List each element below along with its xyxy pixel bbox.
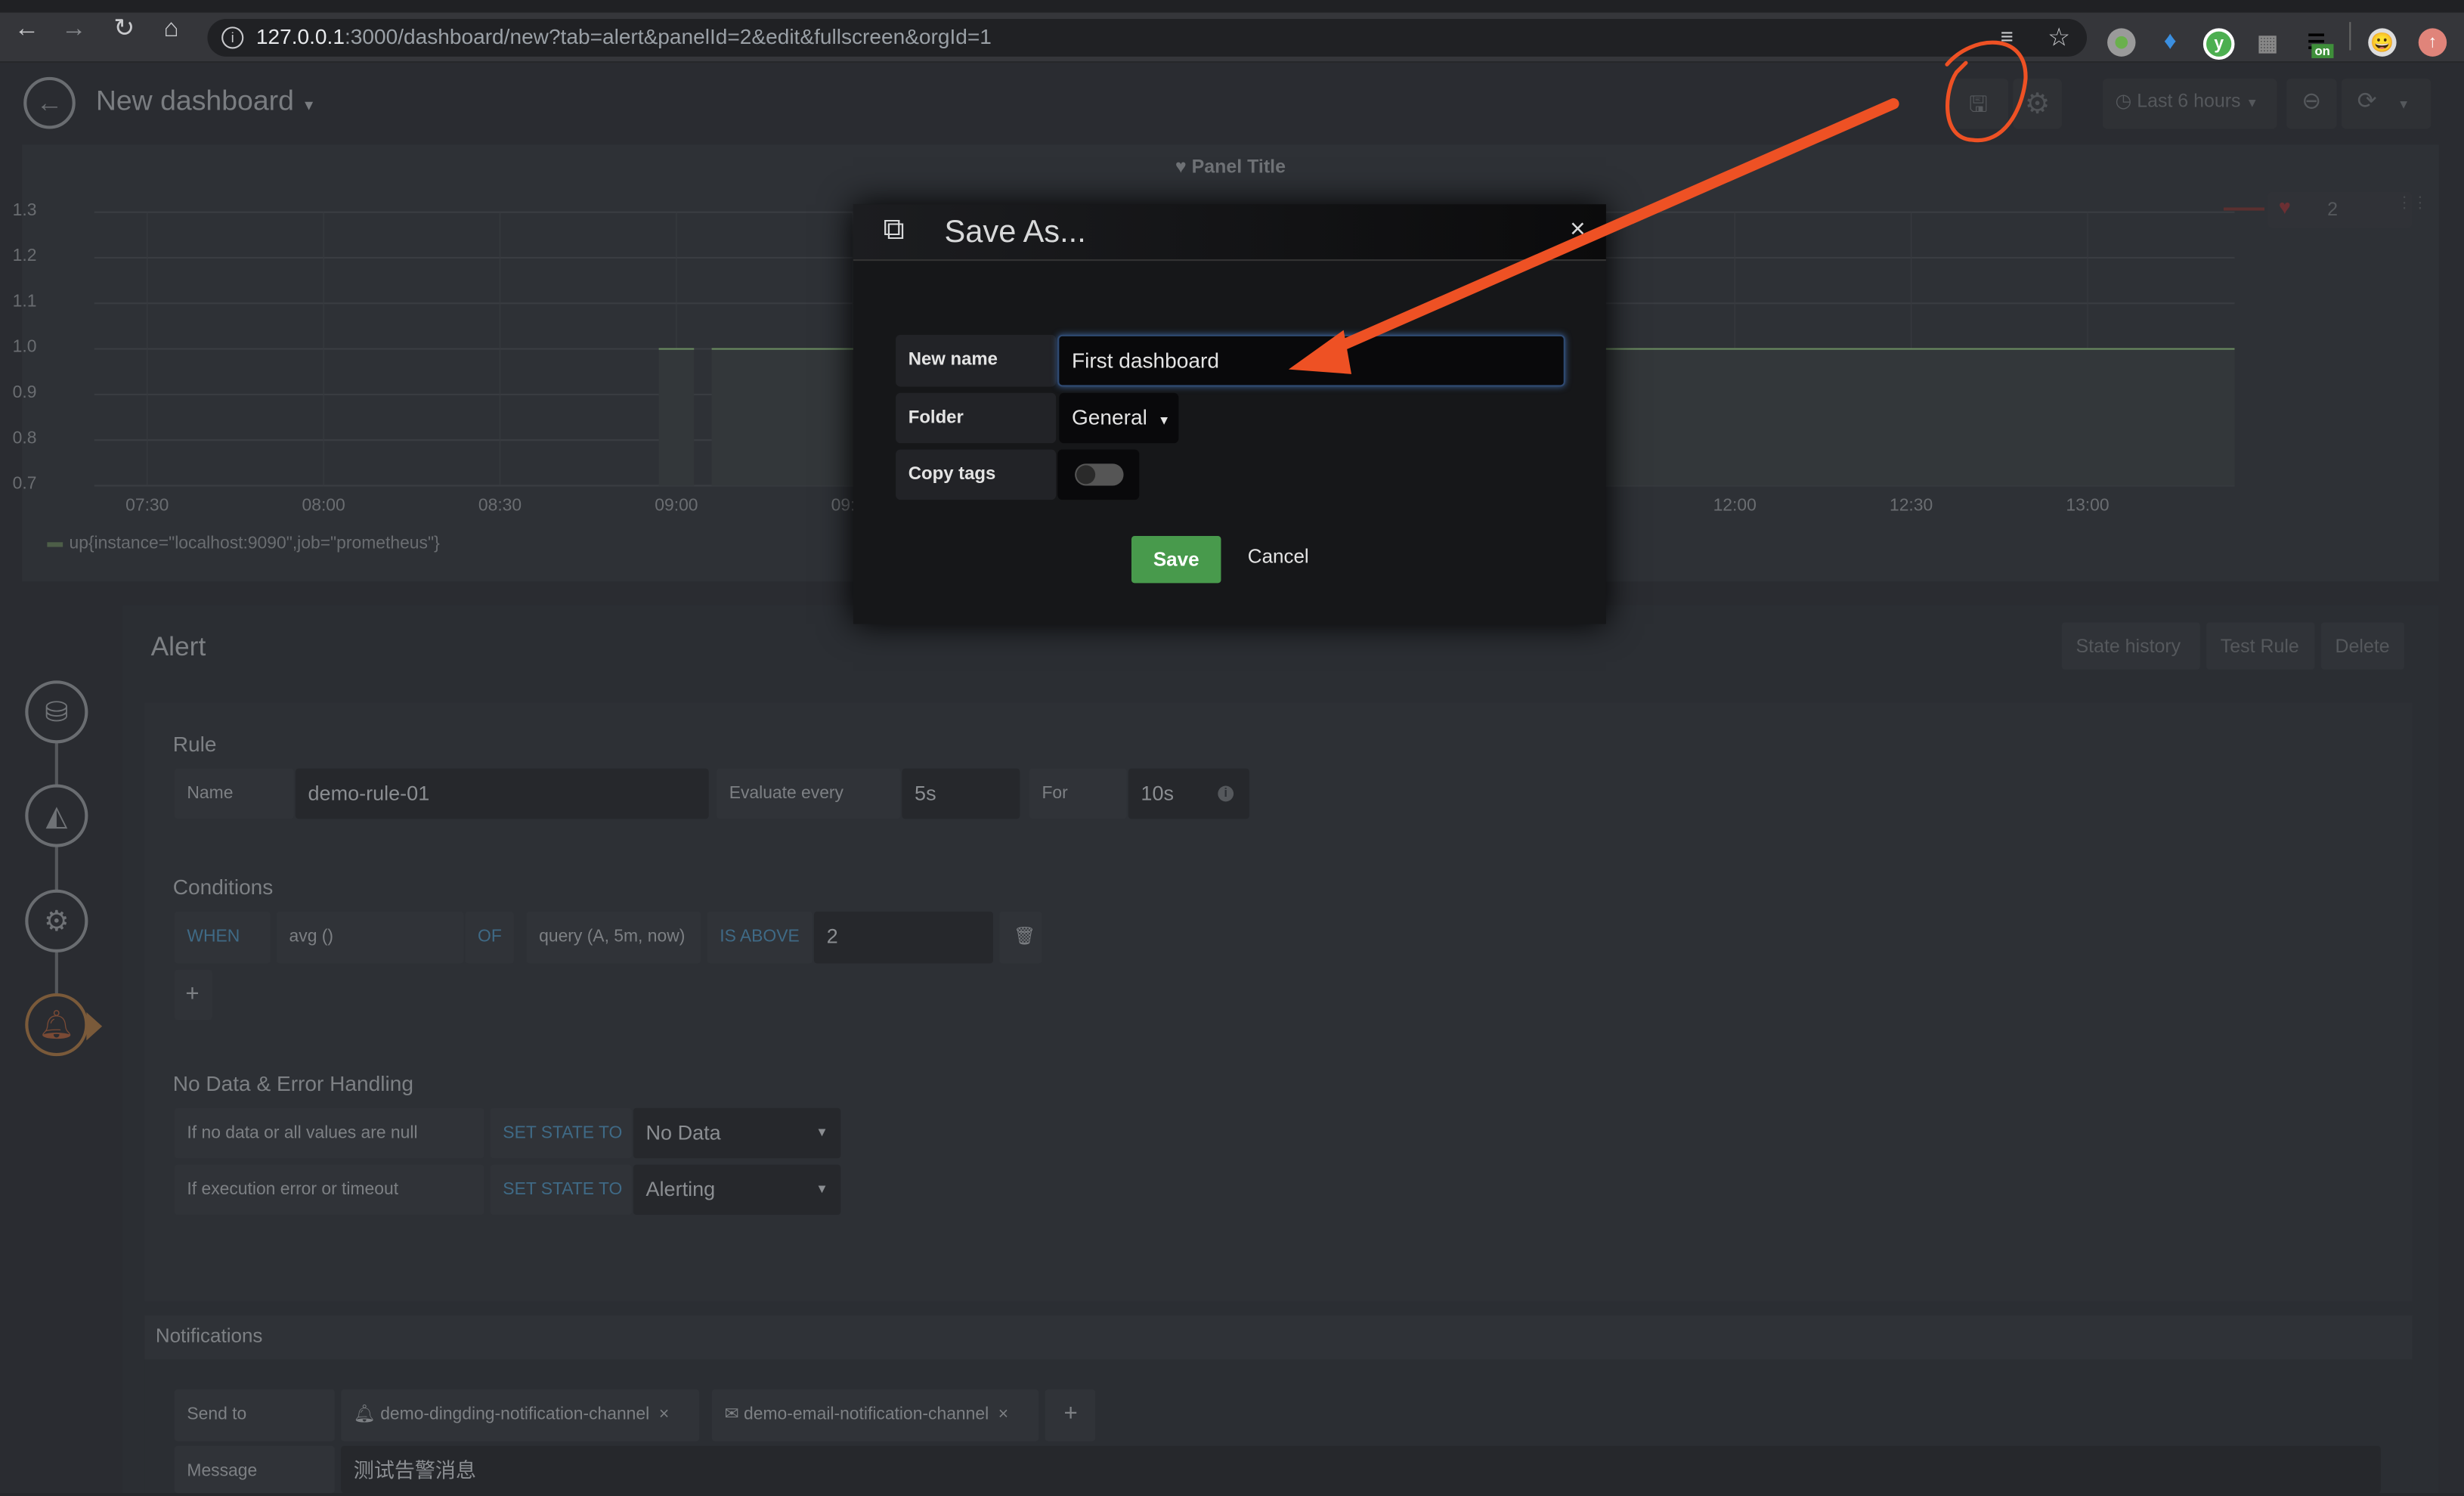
channel-name: demo-dingding-notification-channel — [380, 1405, 650, 1424]
error-state-select[interactable]: Alerting ▼ — [633, 1164, 841, 1216]
nav-connector — [54, 739, 58, 999]
visualization-tab[interactable]: ◭ — [25, 784, 88, 847]
add-channel-button[interactable]: + — [1045, 1389, 1096, 1442]
channel-chip[interactable]: ✉ demo-email-notification-channel × — [711, 1389, 1039, 1442]
rule-name-label: Name — [174, 768, 294, 819]
message-input[interactable]: 测试告警消息 — [341, 1445, 2381, 1494]
rule-heading: Rule — [172, 732, 217, 757]
for-label: For — [1029, 768, 1127, 819]
reducer-select[interactable]: avg () — [276, 911, 464, 964]
info-icon[interactable]: i — [1218, 785, 1234, 802]
bell-icon: 🔔︎ — [353, 1405, 376, 1424]
gear-wrench-icon: ⚙ — [44, 905, 70, 937]
channel-chip[interactable]: 🔔︎ demo-dingding-notification-channel × — [341, 1389, 700, 1442]
general-tab[interactable]: ⚙ — [25, 889, 88, 952]
test-rule-button[interactable]: Test Rule — [2206, 622, 2315, 670]
notifications-heading: Notifications — [155, 1324, 263, 1347]
database-icon: ⛁ — [45, 696, 69, 728]
evaluator-select[interactable]: IS ABOVE — [707, 911, 813, 964]
channel-name: demo-email-notification-channel — [743, 1405, 989, 1424]
nodata-state-select[interactable]: No Data ▼ — [633, 1107, 841, 1159]
send-to-label: Send to — [174, 1389, 335, 1442]
annotation-overlay — [1288, 40, 2028, 374]
error-state-value: Alerting — [645, 1177, 716, 1201]
remove-channel-icon[interactable]: × — [998, 1405, 1008, 1424]
rule-name-input[interactable]: demo-rule-01 — [295, 768, 709, 819]
remove-channel-icon[interactable]: × — [659, 1405, 669, 1424]
error-label: If execution error or timeout — [174, 1164, 484, 1216]
caret-down-icon: ▼ — [816, 1125, 828, 1140]
set-state-keyword: SET STATE TO — [490, 1164, 632, 1216]
alert-tab[interactable]: 🔔︎ — [25, 993, 88, 1057]
of-keyword: OF — [465, 911, 514, 964]
nodata-heading: No Data & Error Handling — [172, 1071, 413, 1096]
alert-heading: Alert — [150, 631, 206, 662]
message-label: Message — [174, 1445, 335, 1494]
evaluate-every-input[interactable]: 5s — [902, 768, 1020, 819]
envelope-icon: ✉ — [724, 1405, 739, 1424]
annotation-arrow-shaft — [1317, 98, 1899, 360]
state-history-button[interactable]: State history — [2061, 622, 2200, 670]
notifications-header: Notifications — [144, 1315, 2413, 1360]
trash-icon: 🗑︎ — [1014, 927, 1036, 946]
area-chart-icon: ◭ — [45, 800, 68, 832]
delete-alert-button[interactable]: Delete — [2320, 622, 2405, 670]
when-keyword: WHEN — [174, 911, 271, 964]
set-state-keyword: SET STATE TO — [490, 1107, 632, 1159]
nodata-label: If no data or all values are null — [174, 1107, 484, 1159]
delete-condition-button[interactable]: 🗑︎ — [999, 911, 1042, 964]
screen: ← → ↻ ⌂ i 127.0.0.1:3000/dashboard/new?t… — [0, 0, 2464, 1494]
threshold-input[interactable]: 2 — [813, 911, 993, 964]
add-condition-button[interactable]: + — [174, 969, 212, 1021]
nodata-state-value: No Data — [645, 1120, 721, 1144]
bell-icon: 🔔︎ — [39, 1008, 75, 1041]
annotation-arrow-head — [1288, 330, 1352, 374]
query-select[interactable]: query (A, 5m, now) — [526, 911, 701, 964]
active-tab-pointer — [86, 1011, 103, 1041]
evaluate-every-label: Evaluate every — [717, 768, 901, 819]
caret-down-icon: ▼ — [816, 1182, 828, 1197]
annotation-circle — [1945, 40, 2028, 143]
conditions-heading: Conditions — [172, 875, 274, 900]
queries-tab[interactable]: ⛁ — [25, 680, 88, 744]
